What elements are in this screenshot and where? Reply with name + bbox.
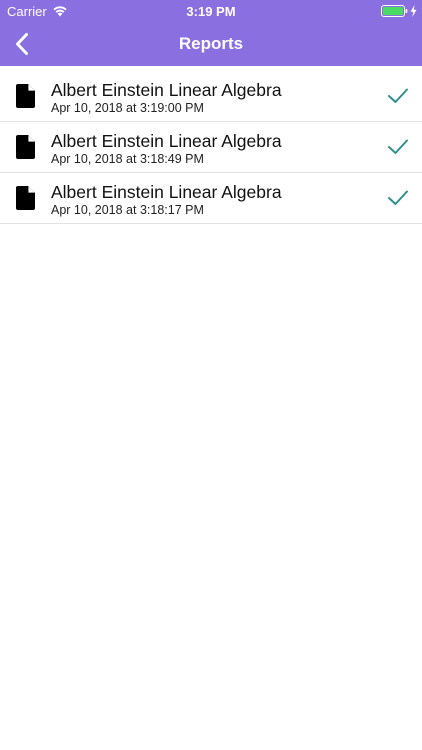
- report-row[interactable]: Albert Einstein Linear Algebra Apr 10, 2…: [0, 173, 422, 224]
- checkmark-icon: [388, 88, 408, 103]
- charging-bolt-icon: [410, 5, 417, 17]
- page-title: Reports: [178, 34, 244, 53]
- document-icon: [16, 84, 35, 108]
- nav-bar: Reports: [0, 22, 422, 66]
- report-title: Albert Einstein Linear Algebra: [51, 182, 282, 202]
- battery-icon: [381, 5, 408, 17]
- report-title: Albert Einstein Linear Algebra: [51, 80, 282, 100]
- checkmark-icon: [388, 139, 408, 154]
- report-date: Apr 10, 2018 at 3:19:00 PM: [51, 101, 204, 115]
- report-date: Apr 10, 2018 at 3:18:49 PM: [51, 152, 204, 166]
- document-icon: [16, 135, 35, 159]
- checkmark-icon: [388, 190, 408, 205]
- report-row[interactable]: Albert Einstein Linear Algebra Apr 10, 2…: [0, 66, 422, 122]
- report-date: Apr 10, 2018 at 3:18:17 PM: [51, 203, 204, 217]
- status-bar: Carrier 3:19 PM: [0, 0, 422, 22]
- report-list: Albert Einstein Linear Algebra Apr 10, 2…: [0, 66, 422, 224]
- report-title: Albert Einstein Linear Algebra: [51, 131, 282, 151]
- document-icon: [16, 186, 35, 210]
- header: Carrier 3:19 PM Reports: [0, 0, 422, 66]
- report-row[interactable]: Albert Einstein Linear Algebra Apr 10, 2…: [0, 122, 422, 173]
- status-time: 3:19 PM: [186, 4, 236, 19]
